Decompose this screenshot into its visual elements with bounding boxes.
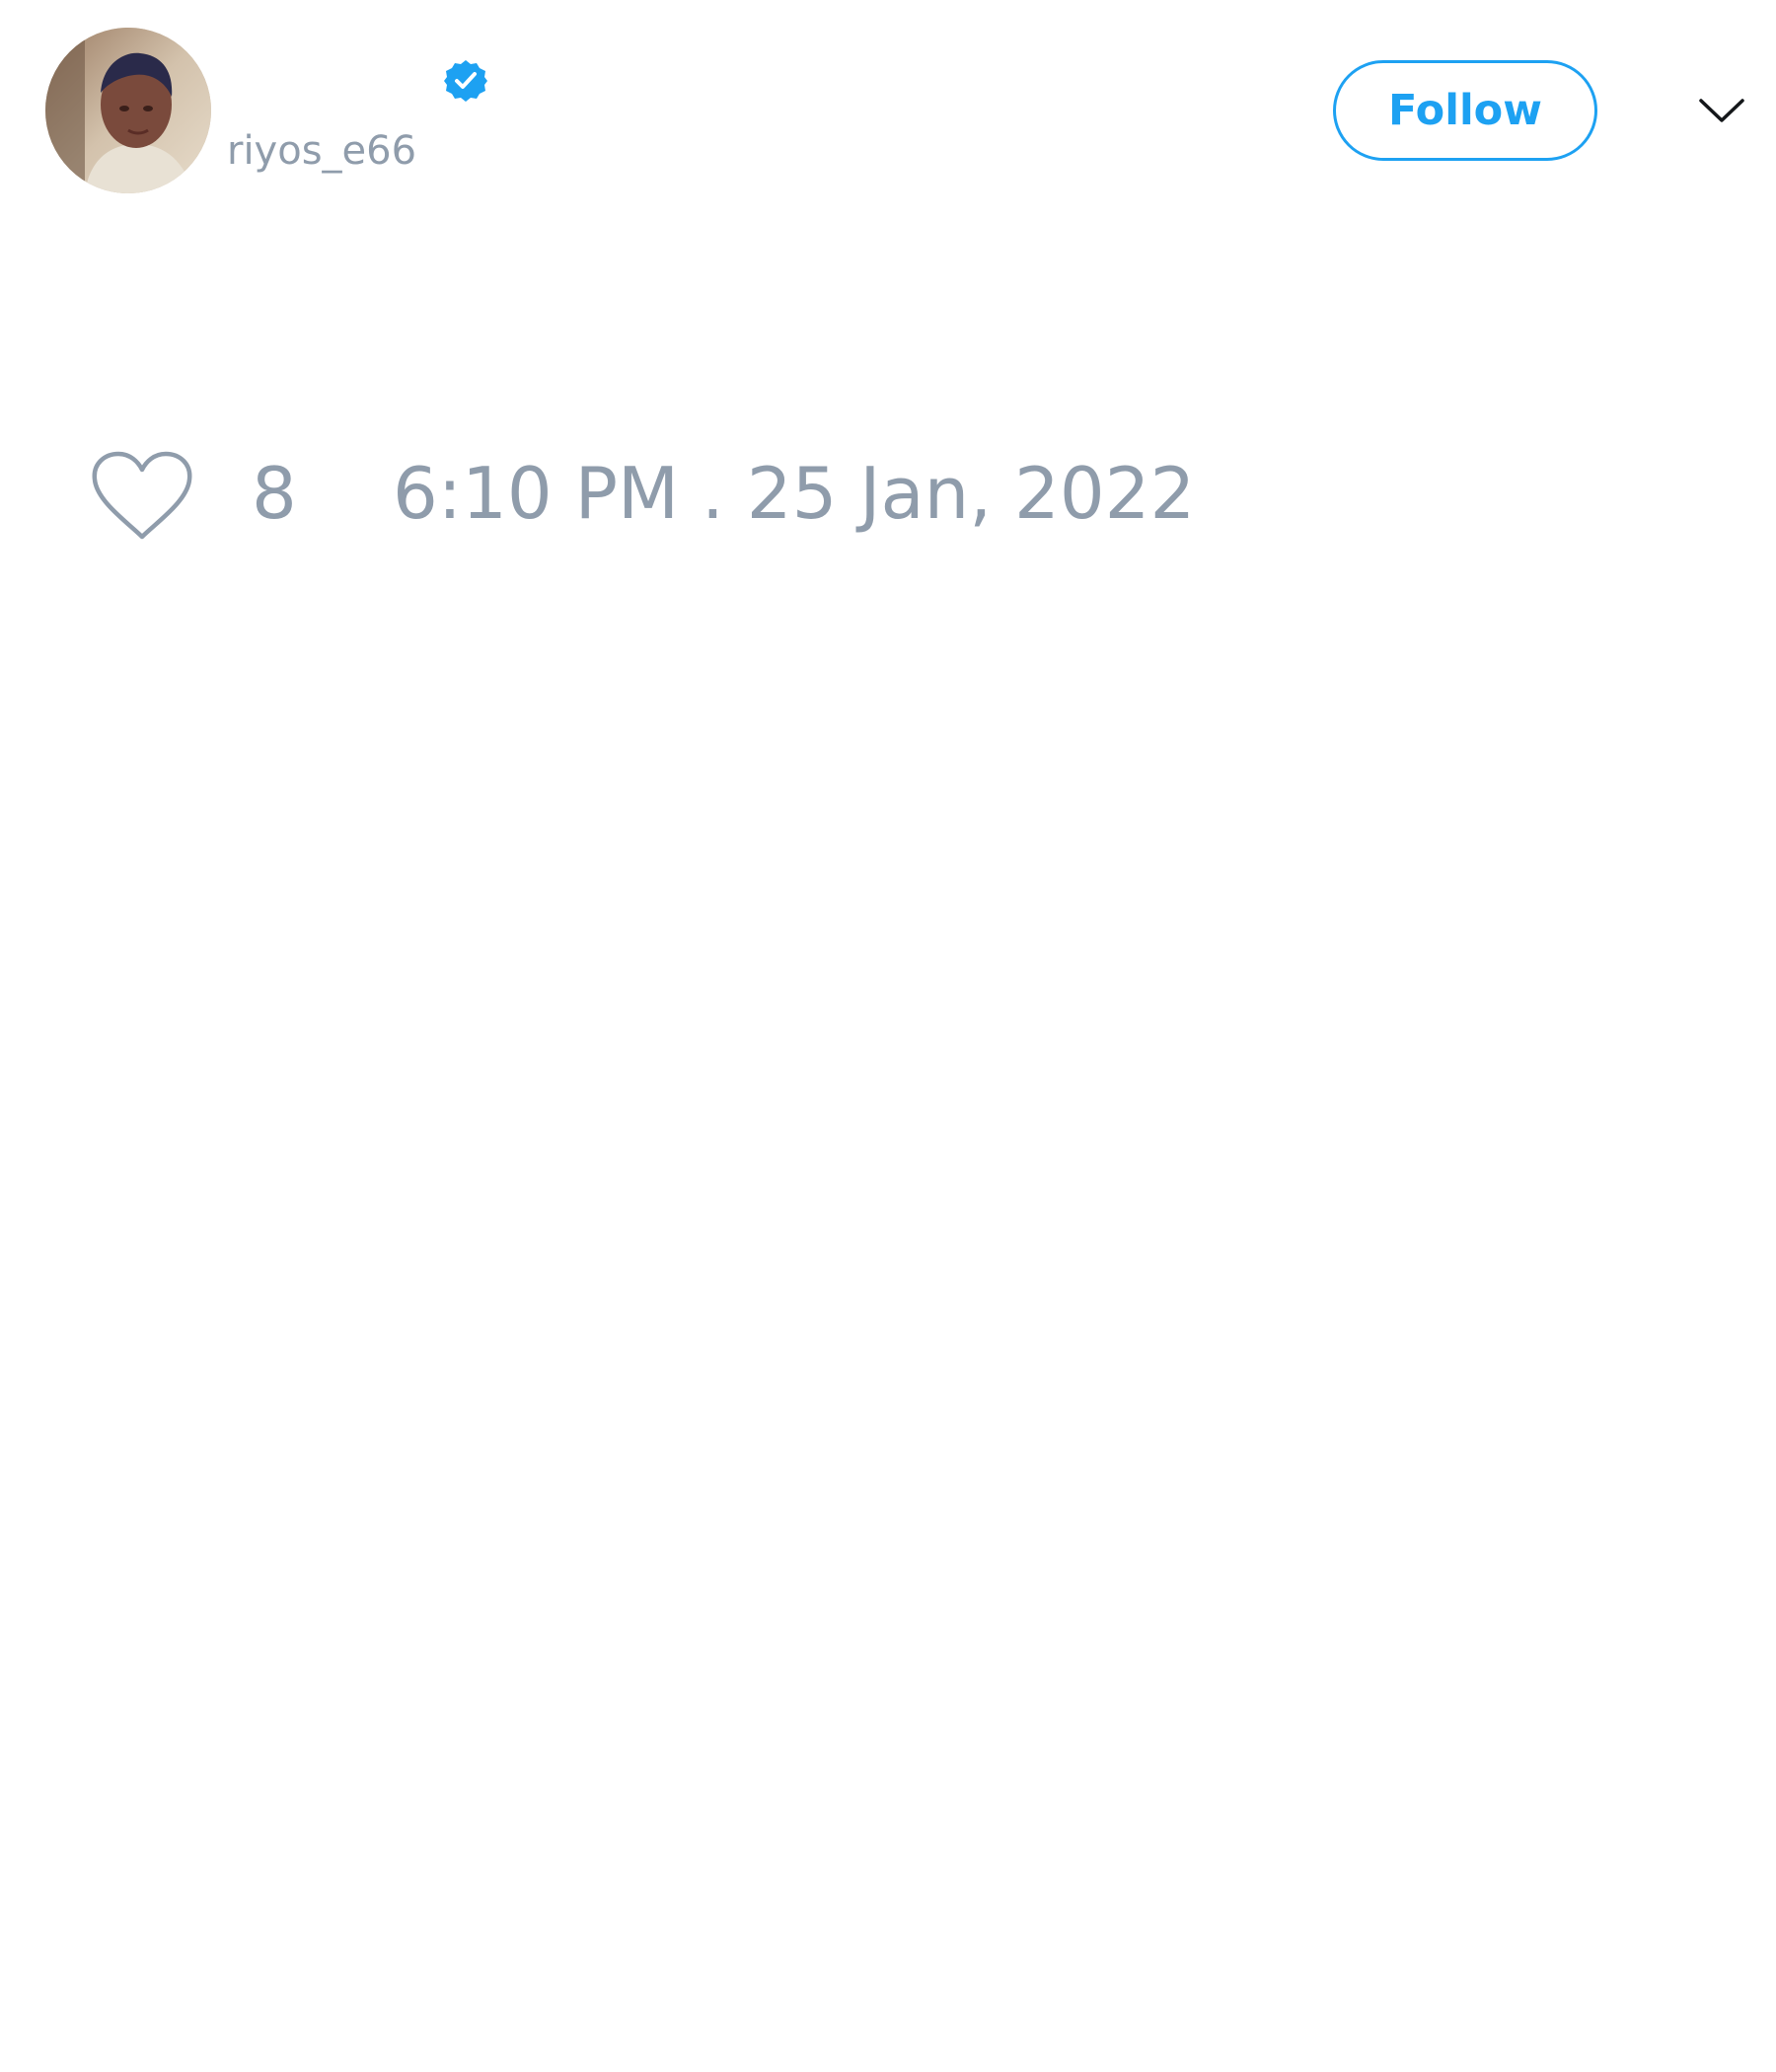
verified-badge-icon [442,57,489,105]
tweet-timestamp[interactable]: 6:10 PM . 25 Jan, 2022 [393,444,1195,543]
user-handle[interactable]: riyos_e66 [227,126,416,176]
avatar[interactable] [45,28,211,193]
follow-button[interactable]: Follow [1333,60,1597,161]
tweet-footer: 8 6:10 PM . 25 Jan, 2022 [89,444,1667,543]
tweet-header: riyos_e66 Follow [0,0,1776,217]
profile-photo [45,28,211,193]
like-count: 8 [252,452,297,535]
chevron-down-icon[interactable] [1697,91,1746,130]
heart-icon[interactable] [89,450,195,545]
display-name[interactable] [227,57,424,105]
